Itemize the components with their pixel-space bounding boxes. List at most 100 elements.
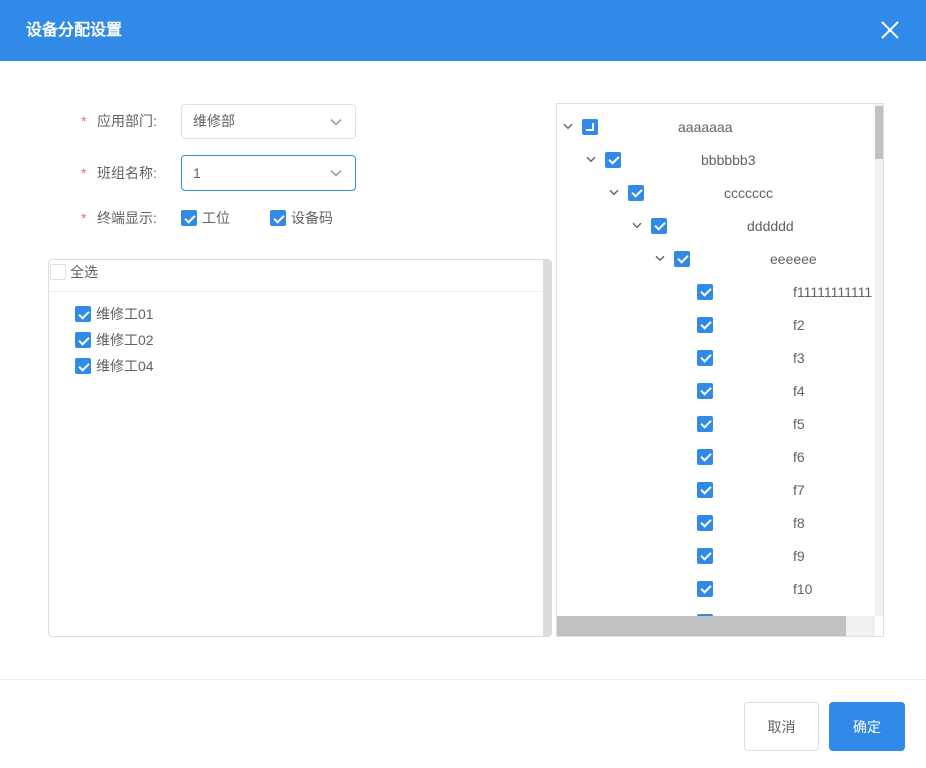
checkbox-icon[interactable] — [674, 250, 690, 267]
checkbox-icon[interactable] — [697, 481, 713, 498]
dialog-header: 设备分配设置 — [0, 0, 926, 61]
department-label: 应用部门: — [97, 113, 157, 129]
worker-item[interactable]: 维修工01 — [75, 301, 154, 327]
checkbox-icon[interactable] — [75, 358, 91, 374]
close-icon[interactable] — [879, 19, 901, 41]
select-all-label: 全选 — [70, 264, 98, 280]
checkbox-icon[interactable] — [697, 448, 713, 465]
tree-node-label: aaaaaaa — [678, 118, 733, 135]
tree-node-label: f4 — [793, 382, 805, 399]
vertical-scrollbar[interactable] — [875, 104, 883, 616]
scrollbar-thumb[interactable] — [875, 106, 883, 159]
checkbox-icon[interactable] — [628, 184, 644, 201]
terminal-display-label: 终端显示: — [97, 210, 157, 226]
checkbox-icon[interactable] — [697, 415, 713, 432]
checkbox-icon[interactable] — [50, 264, 66, 280]
checkbox-icon[interactable] — [697, 514, 713, 531]
chevron-down-icon[interactable] — [603, 176, 624, 209]
scrollbar[interactable] — [543, 260, 551, 636]
checkbox-icon[interactable] — [270, 210, 286, 226]
select-all[interactable]: 全选 — [50, 264, 98, 280]
chevron-down-icon[interactable] — [330, 118, 342, 126]
tree-node[interactable]: aaaaaaa — [557, 110, 883, 143]
checkbox-icon[interactable] — [75, 306, 91, 322]
team-select[interactable]: 1 — [181, 155, 356, 191]
scrollbar-thumb[interactable] — [557, 616, 846, 636]
tree-node-label: eeeeee — [770, 250, 817, 267]
checkbox-icon[interactable] — [697, 316, 713, 333]
required-mark: * — [81, 165, 87, 181]
tree-node[interactable]: f4 — [557, 374, 883, 407]
chevron-down-icon[interactable] — [580, 143, 601, 176]
checkbox-icon[interactable] — [697, 382, 713, 399]
confirm-button[interactable]: 确定 — [829, 702, 905, 751]
worker-item[interactable]: 维修工02 — [75, 327, 154, 353]
tree-node[interactable]: f2 — [557, 308, 883, 341]
tree-node-label: f8 — [793, 514, 805, 531]
tree-node[interactable]: f10 — [557, 572, 883, 605]
team-value: 1 — [193, 165, 201, 181]
chevron-down-icon[interactable] — [649, 242, 670, 275]
terminal-option-label: 设备码 — [291, 210, 333, 226]
scrollbar-corner — [875, 616, 883, 636]
terminal-display-row: * 终端显示: 工位 设备码 — [0, 201, 560, 235]
department-select[interactable]: 维修部 — [181, 104, 356, 139]
team-label: 班组名称: — [97, 165, 157, 181]
footer-divider — [0, 679, 926, 680]
tree-node-label: f11111111111 — [793, 283, 873, 300]
terminal-option-workstation[interactable]: 工位 — [181, 201, 230, 235]
cancel-button[interactable]: 取消 — [744, 702, 819, 751]
tree-node-label: ccccccc — [724, 184, 773, 201]
tree-node-label: bbbbbb3 — [701, 151, 756, 168]
tree-node[interactable]: f8 — [557, 506, 883, 539]
chevron-down-icon[interactable] — [330, 169, 342, 177]
terminal-option-device-code[interactable]: 设备码 — [270, 201, 333, 235]
department-row: * 应用部门: 维修部 — [0, 104, 560, 139]
horizontal-scrollbar[interactable] — [557, 616, 875, 636]
device-tree-panel: aaaaaaa bbbbbb3 ccccccc dddddd eeeeee f111111… — [556, 103, 884, 637]
checkbox-icon[interactable] — [651, 217, 667, 234]
tree-node[interactable]: ccccccc — [557, 176, 883, 209]
chevron-down-icon[interactable] — [626, 209, 647, 242]
tree-node[interactable]: f11111111111 — [557, 275, 883, 308]
chevron-down-icon[interactable] — [557, 110, 578, 143]
required-mark: * — [81, 113, 87, 129]
worker-label: 维修工04 — [96, 358, 154, 374]
tree-node-label: f10 — [793, 580, 813, 597]
checkbox-icon[interactable] — [697, 580, 713, 597]
tree-node-label: f3 — [793, 349, 805, 366]
tree-node-label: f6 — [793, 448, 805, 465]
device-tree: aaaaaaa bbbbbb3 ccccccc dddddd eeeeee f111111… — [557, 110, 883, 636]
checkbox-icon[interactable] — [181, 210, 197, 226]
checkbox-icon[interactable] — [605, 151, 621, 168]
close-button[interactable] — [879, 19, 901, 41]
tree-node[interactable]: f5 — [557, 407, 883, 440]
worker-list: 维修工01 维修工02 维修工04 — [75, 301, 154, 379]
department-value: 维修部 — [193, 113, 235, 129]
worker-item[interactable]: 维修工04 — [75, 353, 154, 379]
tree-node[interactable]: f7 — [557, 473, 883, 506]
tree-node-label: f5 — [793, 415, 805, 432]
checkbox-icon[interactable] — [697, 547, 713, 564]
tree-node[interactable]: f6 — [557, 440, 883, 473]
tree-node[interactable]: eeeeee — [557, 242, 883, 275]
checkbox-icon[interactable] — [75, 332, 91, 348]
tree-node[interactable]: bbbbbb3 — [557, 143, 883, 176]
tree-node[interactable]: f3 — [557, 341, 883, 374]
dialog-title: 设备分配设置 — [26, 22, 123, 39]
checkbox-icon[interactable] — [582, 118, 598, 135]
tree-node[interactable]: dddddd — [557, 209, 883, 242]
terminal-option-label: 工位 — [202, 210, 230, 226]
checkbox-icon[interactable] — [697, 349, 713, 366]
device-assignment-dialog: 设备分配设置 * 应用部门: 维修部 * 班组名称: 1 * 终端显示: 工位 … — [0, 0, 926, 768]
tree-node[interactable]: f9 — [557, 539, 883, 572]
worker-label: 维修工01 — [96, 306, 154, 322]
checkbox-icon[interactable] — [697, 283, 713, 300]
worker-list-panel: 全选 维修工01 维修工02 维修工04 — [48, 259, 552, 637]
